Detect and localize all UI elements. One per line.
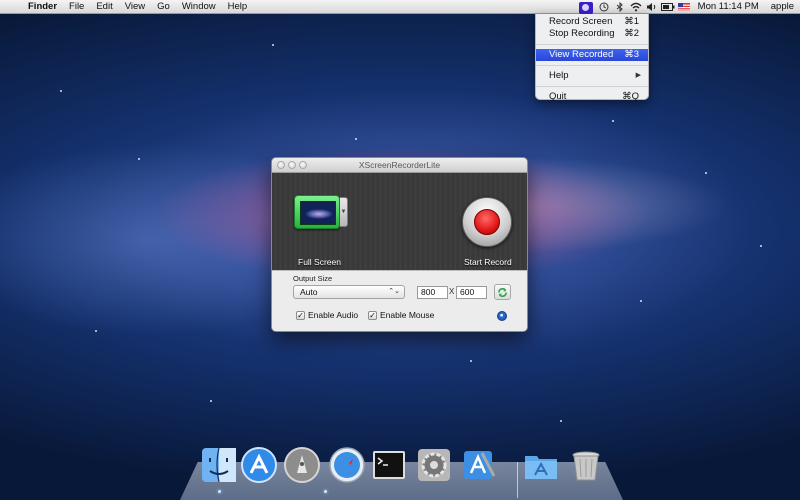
- menu-user[interactable]: apple: [765, 0, 800, 14]
- fullscreen-mode-button[interactable]: ▼: [294, 195, 348, 235]
- monitor-screen: [300, 201, 336, 225]
- enable-audio-label: Enable Audio: [308, 310, 359, 320]
- menu-edit[interactable]: Edit: [90, 0, 118, 14]
- menu-clock[interactable]: Mon 11:14 PM: [692, 0, 765, 14]
- menu-help[interactable]: Help: [222, 0, 254, 14]
- finder-icon[interactable]: [200, 446, 238, 484]
- window-title: XScreenRecorderLite: [358, 160, 441, 170]
- menu-item-label: Quit: [549, 91, 567, 102]
- window-titlebar[interactable]: XScreenRecorderLite: [272, 158, 527, 173]
- height-input[interactable]: 600: [456, 286, 487, 299]
- window-zoom-button[interactable]: [299, 161, 307, 169]
- settings-panel: Output Size Auto ⌃⌄ 800 X 600 ✓ Enable A…: [272, 270, 527, 331]
- start-record-label: Start Record: [464, 257, 512, 267]
- bluetooth-icon[interactable]: [612, 0, 628, 14]
- system-preferences-icon[interactable]: [415, 446, 453, 484]
- menu-item-quit[interactable]: Quit ⌘Q: [536, 91, 648, 103]
- screen-recorder-status-icon[interactable]: [578, 1, 593, 14]
- refresh-size-button[interactable]: [494, 284, 511, 300]
- menu-go[interactable]: Go: [151, 0, 176, 14]
- us-flag-icon[interactable]: [676, 0, 692, 14]
- menu-file[interactable]: File: [63, 0, 90, 14]
- submenu-arrow-icon: ▶: [635, 72, 641, 79]
- window-minimize-button[interactable]: [288, 161, 296, 169]
- trash-icon[interactable]: [567, 446, 605, 484]
- menu-item-help[interactable]: Help ▶: [536, 70, 648, 82]
- monitor-icon: [294, 195, 340, 229]
- menu-item-shortcut: ⌘Q: [622, 91, 639, 102]
- mode-dropdown-arrow-icon[interactable]: ▼: [340, 197, 348, 227]
- window-close-button[interactable]: [277, 161, 285, 169]
- menu-item-view-recorded[interactable]: View Recorded ⌘3: [536, 49, 648, 61]
- battery-icon[interactable]: [660, 0, 676, 14]
- menu-item-label: View Recorded: [549, 49, 614, 60]
- output-size-value: Auto: [300, 287, 318, 297]
- record-panel: ▼ Full Screen Start Record: [272, 173, 527, 270]
- time-machine-icon[interactable]: [596, 0, 612, 14]
- volume-icon[interactable]: [644, 0, 660, 14]
- menu-item-record-screen[interactable]: Record Screen ⌘1: [536, 16, 648, 28]
- menu-item-stop-recording[interactable]: Stop Recording ⌘2: [536, 28, 648, 40]
- menu-separator: [536, 65, 648, 66]
- running-indicator: [324, 490, 327, 493]
- select-arrows-icon: ⌃⌄: [388, 288, 400, 295]
- menu-item-shortcut: ⌘1: [624, 16, 639, 27]
- enable-audio-checkbox[interactable]: ✓: [296, 310, 305, 320]
- record-icon: [474, 209, 500, 235]
- app-window: XScreenRecorderLite ▼ Full Screen Start …: [271, 157, 528, 332]
- width-input[interactable]: 800: [417, 286, 448, 299]
- help-button[interactable]: [497, 311, 507, 321]
- menu-item-label: Stop Recording: [549, 28, 615, 39]
- fullscreen-label: Full Screen: [298, 257, 341, 267]
- menu-window[interactable]: Window: [176, 0, 222, 14]
- menu-item-shortcut: ⌘3: [624, 49, 639, 60]
- output-size-label: Output Size: [293, 274, 333, 283]
- menu-item-label: Help: [549, 70, 569, 81]
- dock: [180, 444, 623, 500]
- output-size-select[interactable]: Auto ⌃⌄: [293, 285, 405, 299]
- enable-audio-option[interactable]: ✓ Enable Audio: [296, 310, 358, 320]
- menu-item-shortcut: ⌘2: [624, 28, 639, 39]
- enable-mouse-option[interactable]: ✓ Enable Mouse: [368, 310, 434, 320]
- menu-separator: [536, 86, 648, 87]
- menu-bar: Finder File Edit View Go Window Help Mon…: [0, 0, 800, 14]
- safari-icon[interactable]: [328, 446, 366, 484]
- menu-separator: [536, 44, 648, 45]
- size-separator: X: [449, 287, 455, 296]
- wifi-icon[interactable]: [628, 0, 644, 14]
- terminal-icon[interactable]: [370, 446, 408, 484]
- menu-extras: Mon 11:14 PM apple: [576, 0, 800, 14]
- applications-folder-icon[interactable]: [522, 446, 560, 484]
- launchpad-icon[interactable]: [283, 446, 321, 484]
- app-store-icon[interactable]: [240, 446, 278, 484]
- enable-mouse-checkbox[interactable]: ✓: [368, 310, 377, 320]
- xcode-icon[interactable]: [460, 446, 498, 484]
- refresh-icon: [498, 287, 507, 297]
- menu-app-name[interactable]: Finder: [22, 0, 63, 14]
- status-menu-dropdown: Record Screen ⌘1 Stop Recording ⌘2 View …: [535, 14, 649, 103]
- start-record-button[interactable]: [462, 197, 512, 247]
- menu-view[interactable]: View: [119, 0, 151, 14]
- dock-separator: [517, 462, 518, 498]
- menu-item-label: Record Screen: [549, 16, 613, 27]
- running-indicator: [218, 490, 221, 493]
- enable-mouse-label: Enable Mouse: [380, 310, 435, 320]
